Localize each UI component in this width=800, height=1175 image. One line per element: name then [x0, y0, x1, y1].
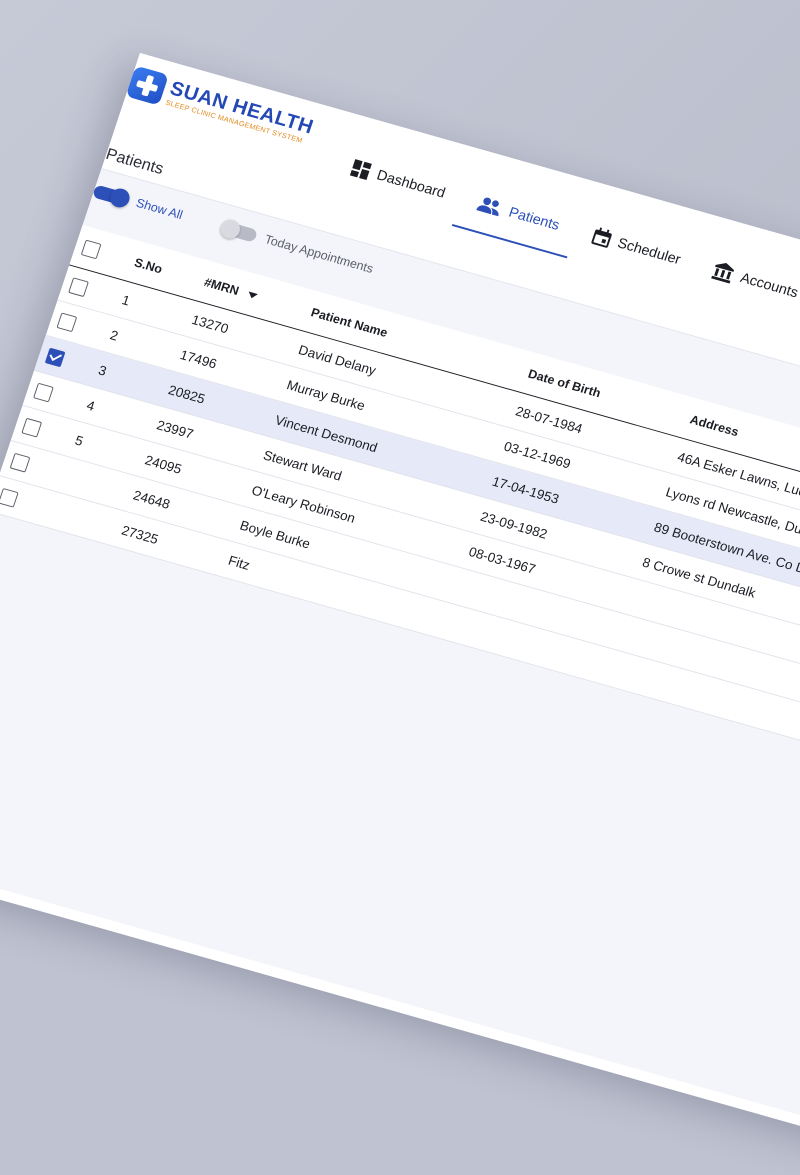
sort-down-icon[interactable] [247, 292, 258, 300]
row-checkbox[interactable] [21, 418, 42, 438]
nav-scheduler-label: Scheduler [616, 235, 683, 268]
today-appointments-switch[interactable] [221, 220, 258, 242]
today-appointments-toggle[interactable]: Today Appointments [221, 220, 376, 276]
nav-dashboard-label: Dashboard [375, 167, 448, 201]
nav-scheduler[interactable]: Scheduler [568, 208, 704, 287]
nav-accounts[interactable]: Accounts [689, 242, 800, 320]
calendar-icon [589, 226, 613, 249]
patients-table: S.No #MRN Patient Name Date of Birth Add… [0, 225, 800, 823]
nav-dashboard[interactable]: Dashboard [328, 140, 469, 221]
row-sno [45, 508, 115, 528]
row-checkbox[interactable] [10, 453, 31, 473]
nav-accounts-label: Accounts [738, 269, 800, 300]
patients-panel: Show All Today Appointments S.No #MRN Pa… [0, 168, 800, 1165]
app-window: SUAN HEALTH SLEEP CLINIC MANAGEMENT SYST… [0, 53, 800, 1175]
header-mrn-label: #MRN [203, 274, 241, 297]
select-all-checkbox[interactable] [81, 239, 102, 259]
nav-patients-label: Patients [507, 204, 562, 233]
show-all-switch[interactable] [92, 184, 129, 206]
bank-icon [710, 260, 736, 284]
nav-patients[interactable]: Patients [454, 176, 583, 253]
today-appointments-label: Today Appointments [263, 232, 375, 276]
row-checkbox[interactable] [56, 312, 77, 332]
header-sno: S.No [125, 253, 199, 286]
row-checkbox[interactable] [68, 277, 89, 297]
row-checkbox[interactable] [45, 347, 66, 367]
show-all-label: Show All [134, 195, 184, 221]
people-icon [475, 195, 504, 218]
show-all-toggle[interactable]: Show All [92, 184, 185, 222]
row-sno [57, 473, 127, 493]
dashboard-icon [349, 158, 373, 181]
row-checkbox[interactable] [33, 383, 54, 403]
row-checkbox[interactable] [0, 488, 19, 508]
